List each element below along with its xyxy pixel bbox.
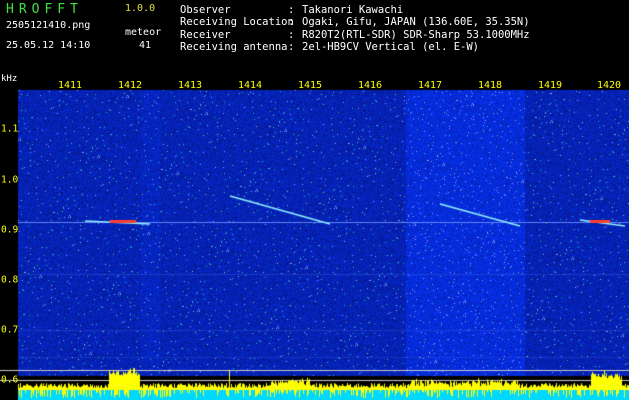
y-tick-label: 0.9 (1, 224, 19, 236)
meteor-count: 41 (139, 40, 152, 51)
info-row-receiver: Receiver : R820T2(RTL-SDR) SDR-Sharp 53.… (180, 28, 530, 41)
info-row-location: Receiving Location : Ogaki, Gifu, JAPAN … (180, 16, 530, 29)
freq-tick-label: 1415 (297, 80, 323, 91)
freq-tick-label: 1417 (417, 80, 443, 91)
freq-tick-label: 1419 (537, 80, 563, 91)
app-version: 1.0.0 (125, 3, 156, 14)
freq-tick-label: 1412 (117, 80, 143, 91)
info-label: Receiver (180, 28, 231, 41)
info-label: Observer (180, 4, 231, 16)
frequency-unit-label: kHz (1, 74, 18, 84)
spectrogram-canvas[interactable] (0, 74, 629, 400)
freq-tick-label: 1418 (477, 80, 503, 91)
y-tick-label: 0.8 (1, 274, 19, 286)
app-title: HROFFT (6, 2, 83, 17)
freq-tick-label: 1413 (177, 80, 203, 91)
freq-tick-label: 1416 (357, 80, 383, 91)
info-row-observer: Observer : Takanori Kawachi (180, 4, 404, 16)
info-row-antenna: Receiving antenna : 2el-HB9CV Vertical (… (180, 40, 480, 53)
datetime: 25.05.12 14:10 (6, 40, 91, 51)
info-value: Takanori Kawachi (302, 4, 404, 16)
info-value: Ogaki, Gifu, JAPAN (136.60E, 35.35N) (302, 16, 530, 29)
info-value: R820T2(RTL-SDR) SDR-Sharp 53.1000MHz (302, 28, 530, 41)
info-label: Receiving antenna (180, 40, 288, 53)
station-info: Observer : Takanori Kawachi Receiving Lo… (180, 4, 530, 53)
y-tick-label: 0.7 (1, 324, 19, 336)
info-label: Receiving Location (180, 16, 294, 29)
freq-tick-label: 1411 (57, 80, 83, 91)
freq-tick-label: 1420 (596, 80, 622, 91)
meteor-label: meteor (125, 27, 162, 38)
filename: 2505121410.png (6, 20, 91, 31)
info-value: 2el-HB9CV Vertical (el. E-W) (302, 40, 480, 53)
freq-tick-label: 1414 (237, 80, 263, 91)
header-panel: HROFFT 1.0.0 2505121410.png meteor 25.05… (0, 0, 629, 74)
y-tick-label: 0.6 (1, 374, 19, 386)
y-tick-label: 1.1 (1, 123, 19, 135)
y-tick-label: 1.0 (1, 174, 19, 186)
